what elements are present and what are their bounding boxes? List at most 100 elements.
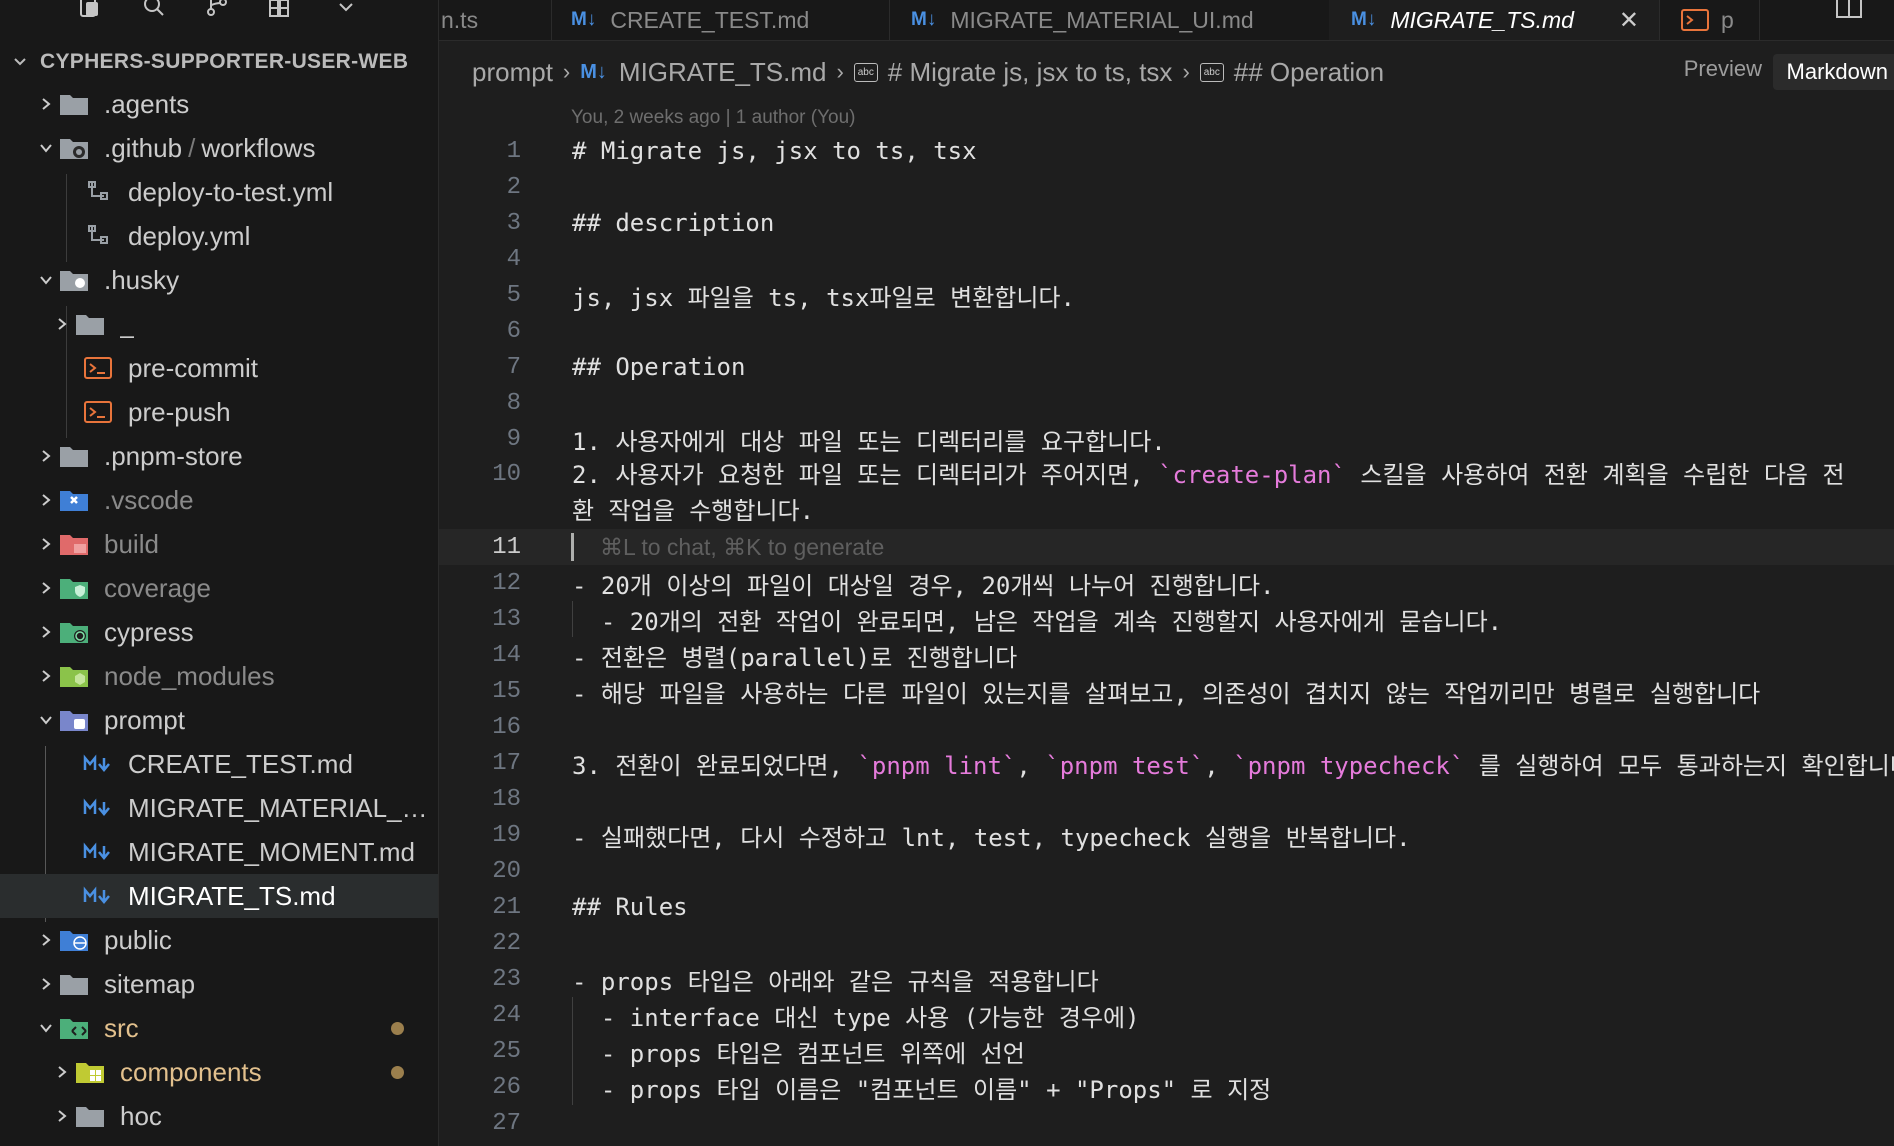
tree-item-vscode[interactable]: .vscode <box>0 478 438 522</box>
tree-item-label: .pnpm-store <box>104 440 243 471</box>
node-folder-icon <box>58 663 90 689</box>
modified-indicator <box>391 1065 404 1079</box>
breadcrumb-file[interactable]: MIGRATE_TS.md <box>619 57 827 88</box>
tree-item-sitemap[interactable]: sitemap <box>0 962 438 1006</box>
extensions-icon[interactable] <box>266 0 294 22</box>
tree-item-deploy[interactable]: deploy.yml <box>0 214 438 258</box>
tree-item-github[interactable]: .github / workflows <box>0 126 438 170</box>
explorer-section-header[interactable]: CYPHERS-SUPPORTER-USER-WEB <box>0 48 438 76</box>
markdown-icon: M↓ <box>571 9 597 30</box>
workflow-file-icon <box>82 223 114 249</box>
line-number: 15 <box>492 677 521 705</box>
tree-item-label: hoc <box>120 1100 162 1131</box>
code-line: 18 <box>439 781 1894 817</box>
tree-item-pnpm-store[interactable]: .pnpm-store <box>0 434 438 478</box>
preview-button[interactable]: Preview <box>1684 56 1762 82</box>
chevron-right-icon <box>50 1060 74 1084</box>
tree-item-prompt[interactable]: prompt <box>0 698 438 742</box>
copy-icon[interactable] <box>76 0 104 22</box>
tree-item-coverage[interactable]: coverage <box>0 566 438 610</box>
tree-item-underscore[interactable]: _ <box>0 302 438 346</box>
code-line: 12 - 20개 이상의 파일이 대상일 경우, 20개씩 나누어 진행합니다. <box>439 565 1894 601</box>
line-number: 21 <box>492 893 521 921</box>
chevron-down-icon[interactable] <box>332 0 360 22</box>
inline-code: `pnpm lint` <box>857 751 1017 780</box>
breadcrumb-heading-2[interactable]: ## Operation <box>1234 57 1384 88</box>
tree-item-migrate-ts[interactable]: MIGRATE_TS.md <box>0 874 438 918</box>
breadcrumb-folder[interactable]: prompt <box>472 57 553 88</box>
tree-item-pre-push[interactable]: pre-push <box>0 390 438 434</box>
chevron-right-icon: › <box>562 59 571 84</box>
tree-item-husky[interactable]: .husky <box>0 258 438 302</box>
markdown-icon: M↓ <box>1351 9 1377 30</box>
tree-item-label: components <box>120 1056 262 1087</box>
code-line: 9 1. 사용자에게 대상 파일 또는 디렉터리를 요구합니다. <box>439 421 1894 457</box>
chevron-down-icon <box>34 136 58 160</box>
tree-item-label: coverage <box>104 572 211 603</box>
line-number: 5 <box>506 281 521 309</box>
tree-item-label: MIGRATE_TS.md <box>128 880 336 911</box>
workspace-title: CYPHERS-SUPPORTER-USER-WEB <box>40 50 409 73</box>
tree-item-agents[interactable]: .agents <box>0 82 438 126</box>
chevron-right-icon <box>34 664 58 688</box>
line-number: 7 <box>506 353 521 381</box>
line-number: 1 <box>506 137 521 165</box>
tree-item-label: .husky <box>104 264 180 295</box>
chevron-down-icon <box>0 54 40 70</box>
source-control-icon[interactable] <box>203 0 231 22</box>
code-line: 25 - props 타입은 컴포넌트 위쪽에 선언 <box>439 1033 1894 1069</box>
blame-annotation[interactable]: You, 2 weeks ago | 1 author (You) <box>571 107 856 129</box>
markdown-button[interactable]: Markdown <box>1772 54 1894 90</box>
breadcrumb-heading-1[interactable]: # Migrate js, jsx to ts, tsx <box>888 57 1173 88</box>
line-text: 3. 전환이 완료되었다면, `pnpm lint`, `pnpm test`,… <box>572 746 1894 781</box>
code-line: 22 <box>439 925 1894 961</box>
line-text: - 20개의 전환 작업이 완료되면, 남은 작업을 계속 진행할지 사용자에게… <box>572 607 1503 636</box>
tree-item-build[interactable]: build <box>0 522 438 566</box>
tree-item-public[interactable]: public <box>0 918 438 962</box>
tree-item-cypress[interactable]: cypress <box>0 610 438 654</box>
split-editor-icon[interactable] <box>1834 0 1864 27</box>
code-editor[interactable]: 1 # Migrate js, jsx to ts, tsx 2 3 ## desc… <box>439 133 1894 1141</box>
line-text: - 실패했다면, 다시 수정하고 lnt, test, typecheck 실행… <box>572 823 1411 852</box>
tab-terminal-file[interactable]: p <box>1659 0 1760 40</box>
tree-item-hoc[interactable]: hoc <box>0 1094 438 1138</box>
tree-item-label: public <box>104 924 172 955</box>
search-icon[interactable] <box>140 0 168 22</box>
line-number: 19 <box>492 821 521 849</box>
line-number: 20 <box>492 857 521 885</box>
tree-item-pre-commit[interactable]: pre-commit <box>0 346 438 390</box>
line-number: 24 <box>492 1001 521 1029</box>
coverage-folder-icon <box>58 575 90 601</box>
components-folder-icon <box>74 1059 106 1085</box>
tree-item-label: MIGRATE_MOMENT.md <box>128 836 415 867</box>
code-line: 2 <box>439 169 1894 205</box>
line-number: 18 <box>492 785 521 813</box>
line-number: 11 <box>492 533 521 561</box>
tab-migrate-material-ui[interactable]: M↓ MIGRATE_MATERIAL_UI.md <box>889 0 1330 40</box>
code-line: 20 <box>439 853 1894 889</box>
tab-ts-file[interactable]: n.ts <box>439 0 552 40</box>
close-icon[interactable]: ✕ <box>1619 6 1639 35</box>
tree-item-migrate-moment[interactable]: MIGRATE_MOMENT.md <box>0 830 438 874</box>
chevron-down-icon <box>34 268 58 292</box>
terminal-file-icon <box>1681 9 1709 31</box>
tree-item-src[interactable]: src <box>0 1006 438 1050</box>
tree-item-node-modules[interactable]: node_modules <box>0 654 438 698</box>
tree-item-create-test[interactable]: CREATE_TEST.md <box>0 742 438 786</box>
tree-item-label: deploy.yml <box>128 220 251 251</box>
inline-chat-hint: ⌘L to chat, ⌘K to generate <box>600 533 885 560</box>
husky-folder-icon <box>58 267 90 293</box>
tree-item-components[interactable]: components <box>0 1050 438 1094</box>
line-number: 27 <box>492 1109 521 1137</box>
tree-item-label: build <box>104 528 159 559</box>
tree-item-migrate-material-ui[interactable]: MIGRATE_MATERIAL_UI.md <box>0 786 438 830</box>
line-text-segment: 2. 사용자가 요청한 파일 또는 디렉터리가 주어지면, <box>572 461 1159 489</box>
tab-create-test[interactable]: M↓ CREATE_TEST.md <box>549 0 890 40</box>
tree-item-label: cypress <box>104 616 194 647</box>
tree-item-label: node_modules <box>104 660 275 691</box>
sidebar-toolbar <box>0 0 438 38</box>
line-number: 22 <box>492 929 521 957</box>
tab-migrate-ts[interactable]: M↓ MIGRATE_TS.md ✕ <box>1329 0 1660 40</box>
tree-item-label: MIGRATE_MATERIAL_UI.md <box>128 792 438 823</box>
tree-item-deploy-to-test[interactable]: deploy-to-test.yml <box>0 170 438 214</box>
